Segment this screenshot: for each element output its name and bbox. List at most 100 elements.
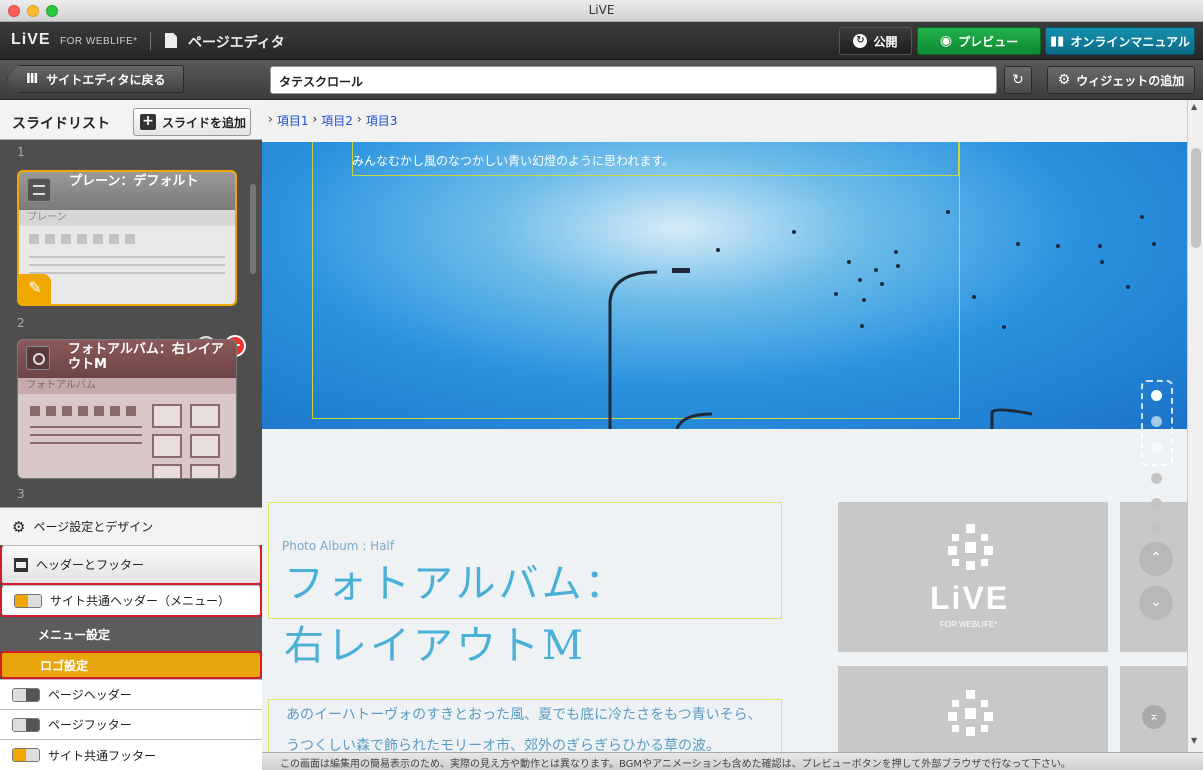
nav-dot[interactable] [1151,473,1162,484]
placeholder-title [29,234,141,244]
nav-dot[interactable] [1151,390,1162,401]
publish-icon: ↻ [853,34,868,48]
placeholder-text [30,426,142,450]
breadcrumb-item[interactable]: 項目1 [277,112,309,142]
scrollbar-thumb[interactable] [1191,148,1201,248]
scroll-down-button[interactable]: ⌄ [1139,586,1173,620]
publish-button[interactable]: ↻ 公開 [839,27,912,55]
album-title: フォトアルバム： [284,561,628,607]
logo-subtext: FOR WEBLIFE* [940,620,998,629]
chevron-right-icon: › [268,112,273,126]
slide-title: フォトアルバム：右レイアウトM [18,340,236,378]
page-footer-toggle[interactable] [12,717,40,732]
eye-icon: ◉ [939,33,953,49]
slide-number: 1 [17,145,25,159]
online-manual-button[interactable]: ▮▮ オンラインマニュアル [1045,27,1195,55]
image-placeholder-icon [152,404,182,428]
editor-toolbar: Ⅲ サイトエディタに戻る タテスクロール ↻ ⚙ ウィジェットの追加 [0,60,1203,100]
site-common-footer-item[interactable]: サイト共通フッター [0,739,262,770]
slide-number: 3 [17,487,25,501]
nav-dot[interactable] [1151,416,1162,427]
page-preview[interactable]: › 項目1 › 項目2 › 項目3 みんなむかし風のなつかしい青い幻燈のように思… [262,100,1187,752]
camera-icon [26,346,50,370]
brand-logo: LiVE [11,31,51,48]
back-to-site-editor-button[interactable]: Ⅲ サイトエディタに戻る [7,65,184,93]
image-placeholder-icon [190,434,220,458]
chevron-right-icon: › [356,112,362,126]
menu-settings-item[interactable]: メニュー設定 [0,617,262,651]
slide-subtitle: プレーン [19,210,235,226]
app-header: LiVE FOR WEBLIFE* ページエディタ ↻ 公開 ◉ プレビュー ▮… [0,22,1203,60]
streetlight-birds-graphic [608,210,1156,429]
slide-list-header: スライドリスト + スライドを追加 [0,100,262,140]
site-common-header-toggle[interactable] [14,593,42,608]
slide-list: 1 プレーン：デフォルト プレーン ✎ ⧉ − 2 フォトアルバム：右レイアウト… [0,140,262,507]
add-widget-button[interactable]: ⚙ ウィジェットの追加 [1047,66,1195,94]
album-title: 右レイアウトM [284,623,586,669]
page-settings-design-item[interactable]: ⚙ ページ設定とデザイン [0,507,262,545]
columns-icon: Ⅲ [26,71,39,87]
hero-image: みんなむかし風のなつかしい青い幻燈のように思われます。 [262,142,1187,429]
site-common-footer-toggle[interactable] [12,748,40,762]
gear-icon: ⚙ [12,517,26,536]
preview-button[interactable]: ◉ プレビュー [917,27,1041,55]
page-icon [165,33,177,48]
slide-title: プレーン：デフォルト [19,172,235,210]
scroll-up-button[interactable]: ⌃ [1139,542,1173,576]
photo-tile[interactable] [838,666,1108,752]
live-logo-icon [948,524,993,570]
window-title: LiVE [588,3,615,17]
slide-card-1[interactable]: プレーン：デフォルト プレーン ✎ [17,170,237,306]
breadcrumb-item[interactable]: 項目2 [321,112,353,142]
plus-icon: + [140,114,156,130]
nav-dot[interactable] [1151,498,1162,509]
logo-text: LiVE [930,580,1010,616]
add-slide-button[interactable]: + スライドを追加 [133,108,251,136]
book-icon: ▮▮ [1050,33,1065,49]
scroll-up-arrow-icon[interactable]: ▲ [1191,102,1197,111]
image-placeholder-icon [152,434,182,458]
divider [150,32,151,50]
image-placeholder-icon [190,464,220,478]
placeholder-text [29,256,225,280]
slide-list-title: スライドリスト [12,116,110,132]
slide-number: 2 [17,316,25,330]
image-placeholder-icon [190,404,220,428]
photo-tile[interactable]: LiVE FOR WEBLIFE* [838,502,1108,652]
page-title-input[interactable]: タテスクロール [270,66,997,94]
album-body-text: うつくしい森で飾られたモリーオ市、郊外のぎらぎらひかる草の波。 [286,738,720,752]
photo-album-section: Photo Album : Half フォトアルバム： 右レイアウトM あのイー… [262,429,1187,752]
breadcrumb: › 項目1 › 項目2 › 項目3 [262,100,1187,142]
gear-icon: ⚙ [1057,72,1071,88]
nav-dot[interactable] [1151,523,1162,534]
text-icon [27,178,51,202]
back-to-top-icon[interactable]: ⌅ [1142,705,1166,729]
edit-pencil-icon[interactable]: ✎ [19,274,51,304]
page-footer-item[interactable]: ページフッター [0,709,262,739]
album-body-text: あのイーハトーヴォのすきとおった風、夏でも底に冷たさをもつ青いそら、 [286,707,762,723]
reload-icon: ↻ [1012,72,1024,88]
slide-list-scrollbar[interactable] [250,184,256,274]
header-footer-icon [14,557,28,572]
left-panel: スライドリスト + スライドを追加 1 プレーン：デフォルト プレーン ✎ ⧉ … [0,100,262,770]
slide-card-2[interactable]: フォトアルバム：右レイアウトM フォトアルバム [17,339,237,479]
page-title: ページエディタ [188,35,285,51]
slide-subtitle: フォトアルバム [18,378,236,394]
brand-subtitle: FOR WEBLIFE* [60,36,138,47]
page-header-toggle[interactable] [12,687,40,702]
window-titlebar: LiVE [0,0,1203,22]
slide-nav-dots: ⌃ ⌄ [1137,380,1177,620]
nav-dot[interactable] [1151,442,1162,453]
preview-scrollbar[interactable]: ▲ ▼ [1187,100,1203,752]
live-logo-icon [948,690,993,736]
scroll-down-arrow-icon[interactable]: ▼ [1191,736,1197,745]
placeholder-title [30,406,142,416]
page-header-item[interactable]: ページヘッダー [0,679,262,709]
breadcrumb-item[interactable]: 項目3 [366,112,398,142]
site-common-header-item[interactable]: サイト共通ヘッダー（メニュー） [0,585,262,617]
chevron-right-icon: › [312,112,318,126]
logo-settings-item[interactable]: ロゴ設定 [0,651,262,679]
header-footer-item[interactable]: ヘッダーとフッター [0,545,262,585]
reload-button[interactable]: ↻ [1004,66,1032,94]
image-placeholder-icon [152,464,182,478]
